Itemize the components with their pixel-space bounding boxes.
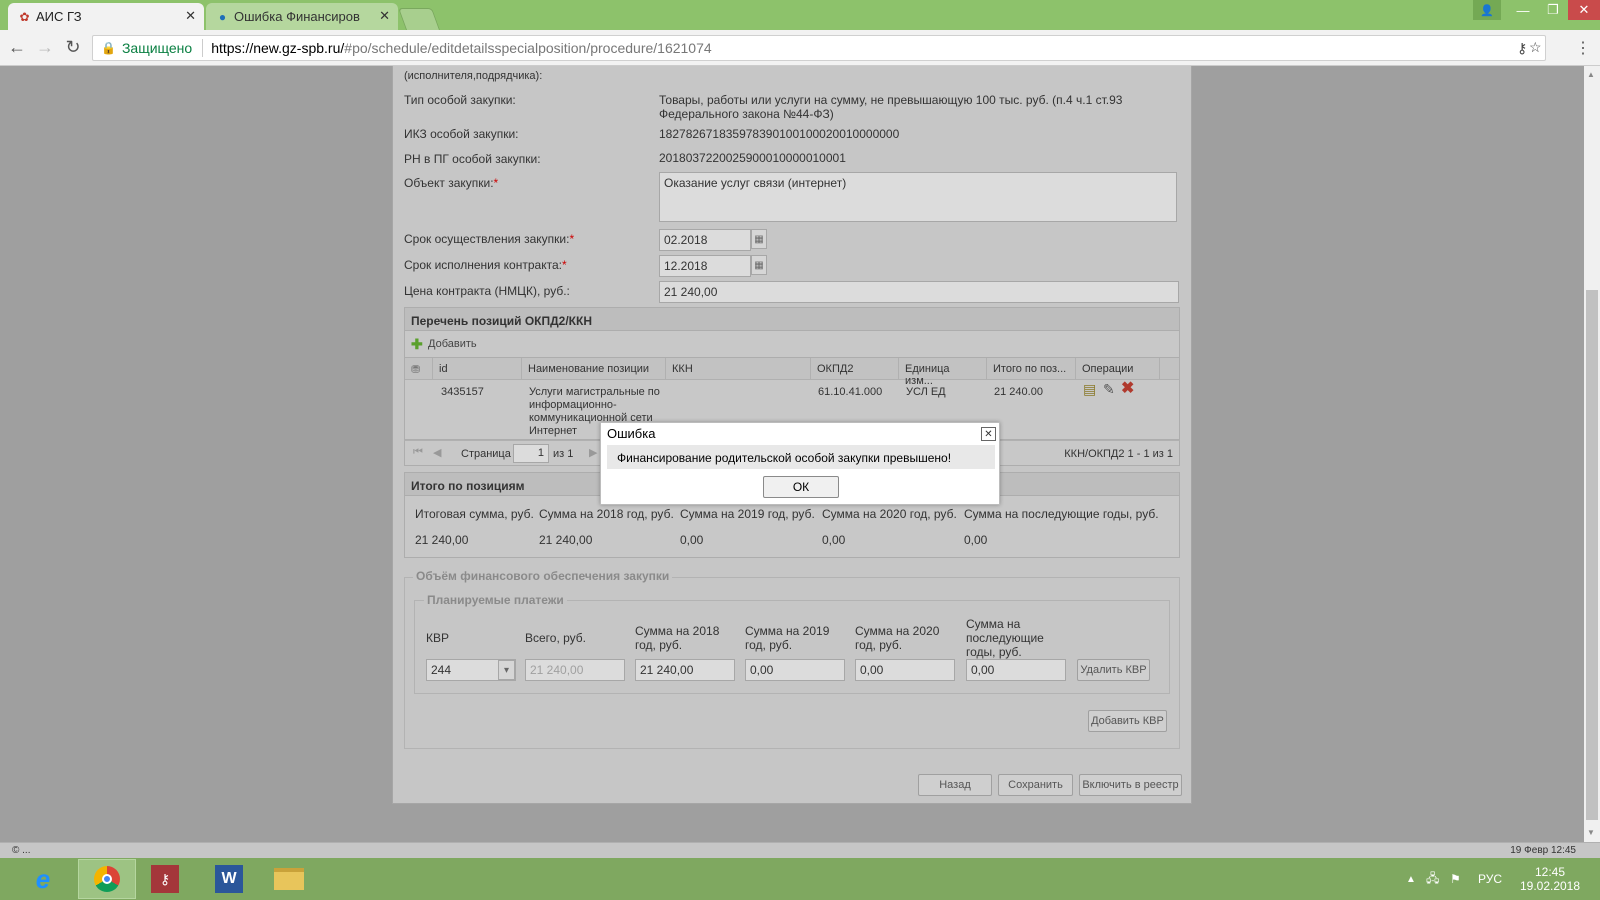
tray-chevron-icon[interactable]: ▲ [1406, 858, 1416, 900]
app-icon: ✿ [19, 9, 30, 24]
url-input[interactable]: 🔒 Защищено https://new.gz-spb.ru/ #po/sc… [92, 35, 1546, 61]
dialog-title: Ошибка [607, 426, 656, 441]
tab-title: Ошибка Финансирован [234, 9, 360, 24]
taskbar: e ⚷ W ▲ 🖧 ⚑ РУС 12:45 19.02.2018 [0, 858, 1600, 900]
tab-ais-gz[interactable]: ✿ АИС ГЗ ✕ [8, 3, 204, 30]
status-right: 19 Февр 12:45 [1510, 845, 1576, 856]
clock-time: 12:45 [1534, 865, 1566, 879]
profile-icon[interactable]: 👤 [1473, 0, 1501, 20]
forward-arrow-icon[interactable]: → [34, 37, 56, 58]
ie-icon[interactable]: e [14, 859, 72, 899]
new-tab-button[interactable] [397, 8, 441, 30]
url-path: #po/schedule/editdetailsspecialposition/… [344, 40, 712, 56]
divider [202, 39, 204, 57]
close-window-button[interactable]: ✕ [1568, 0, 1600, 20]
tab-error-page[interactable]: ● Ошибка Финансирован ✕ [206, 3, 398, 30]
scroll-up-icon[interactable]: ▲ [1587, 70, 1595, 79]
status-left: © ... [12, 845, 31, 856]
network-icon[interactable]: 🖧 [1426, 858, 1439, 900]
secure-label: Защищено [121, 40, 193, 56]
lock-icon: 🔒 [101, 41, 116, 55]
word-icon[interactable]: W [200, 859, 258, 899]
address-bar: ← → ↻ 🔒 Защищено https://new.gz-spb.ru/ … [0, 30, 1600, 66]
scroll-down-icon[interactable]: ▼ [1587, 828, 1595, 837]
dialog-message: Финансирование родительской особой закуп… [607, 445, 995, 469]
scrollbar[interactable]: ▲ ▼ [1584, 66, 1600, 842]
error-dialog: Ошибка ✕ Финансирование родительской осо… [600, 422, 1000, 505]
close-icon[interactable]: ✕ [981, 427, 996, 441]
scrollbar-thumb[interactable] [1586, 290, 1598, 820]
back-arrow-icon[interactable]: ← [6, 37, 28, 58]
close-tab-icon[interactable]: ✕ [379, 8, 390, 24]
restore-button[interactable]: ❐ [1538, 0, 1568, 20]
language-indicator[interactable]: РУС [1478, 858, 1502, 900]
close-tab-icon[interactable]: ✕ [185, 8, 196, 24]
reload-icon[interactable]: ↻ [62, 37, 84, 58]
clock[interactable]: 12:45 19.02.2018 [1520, 858, 1580, 900]
globe-icon: ● [218, 9, 227, 24]
status-bar: © ... 19 Февр 12:45 [0, 842, 1600, 858]
access-app-icon[interactable]: ⚷ [136, 859, 194, 899]
chrome-icon[interactable] [78, 859, 136, 899]
flag-icon[interactable]: ⚑ [1450, 858, 1461, 900]
menu-icon[interactable]: ⋮ [1575, 38, 1591, 58]
clock-date: 19.02.2018 [1519, 879, 1581, 893]
ok-button[interactable]: ОК [763, 476, 839, 498]
key-icon[interactable]: ⚷ [1517, 40, 1527, 57]
star-icon[interactable]: ☆ [1529, 39, 1542, 56]
browser-titlebar: ✿ АИС ГЗ ✕ ● Ошибка Финансирован ✕ 👤 — ❐… [0, 0, 1600, 30]
url-host: https://new.gz-spb.ru/ [211, 40, 345, 56]
explorer-folder-icon[interactable] [260, 859, 318, 899]
tab-title: АИС ГЗ [36, 9, 82, 24]
minimize-button[interactable]: — [1508, 0, 1538, 20]
